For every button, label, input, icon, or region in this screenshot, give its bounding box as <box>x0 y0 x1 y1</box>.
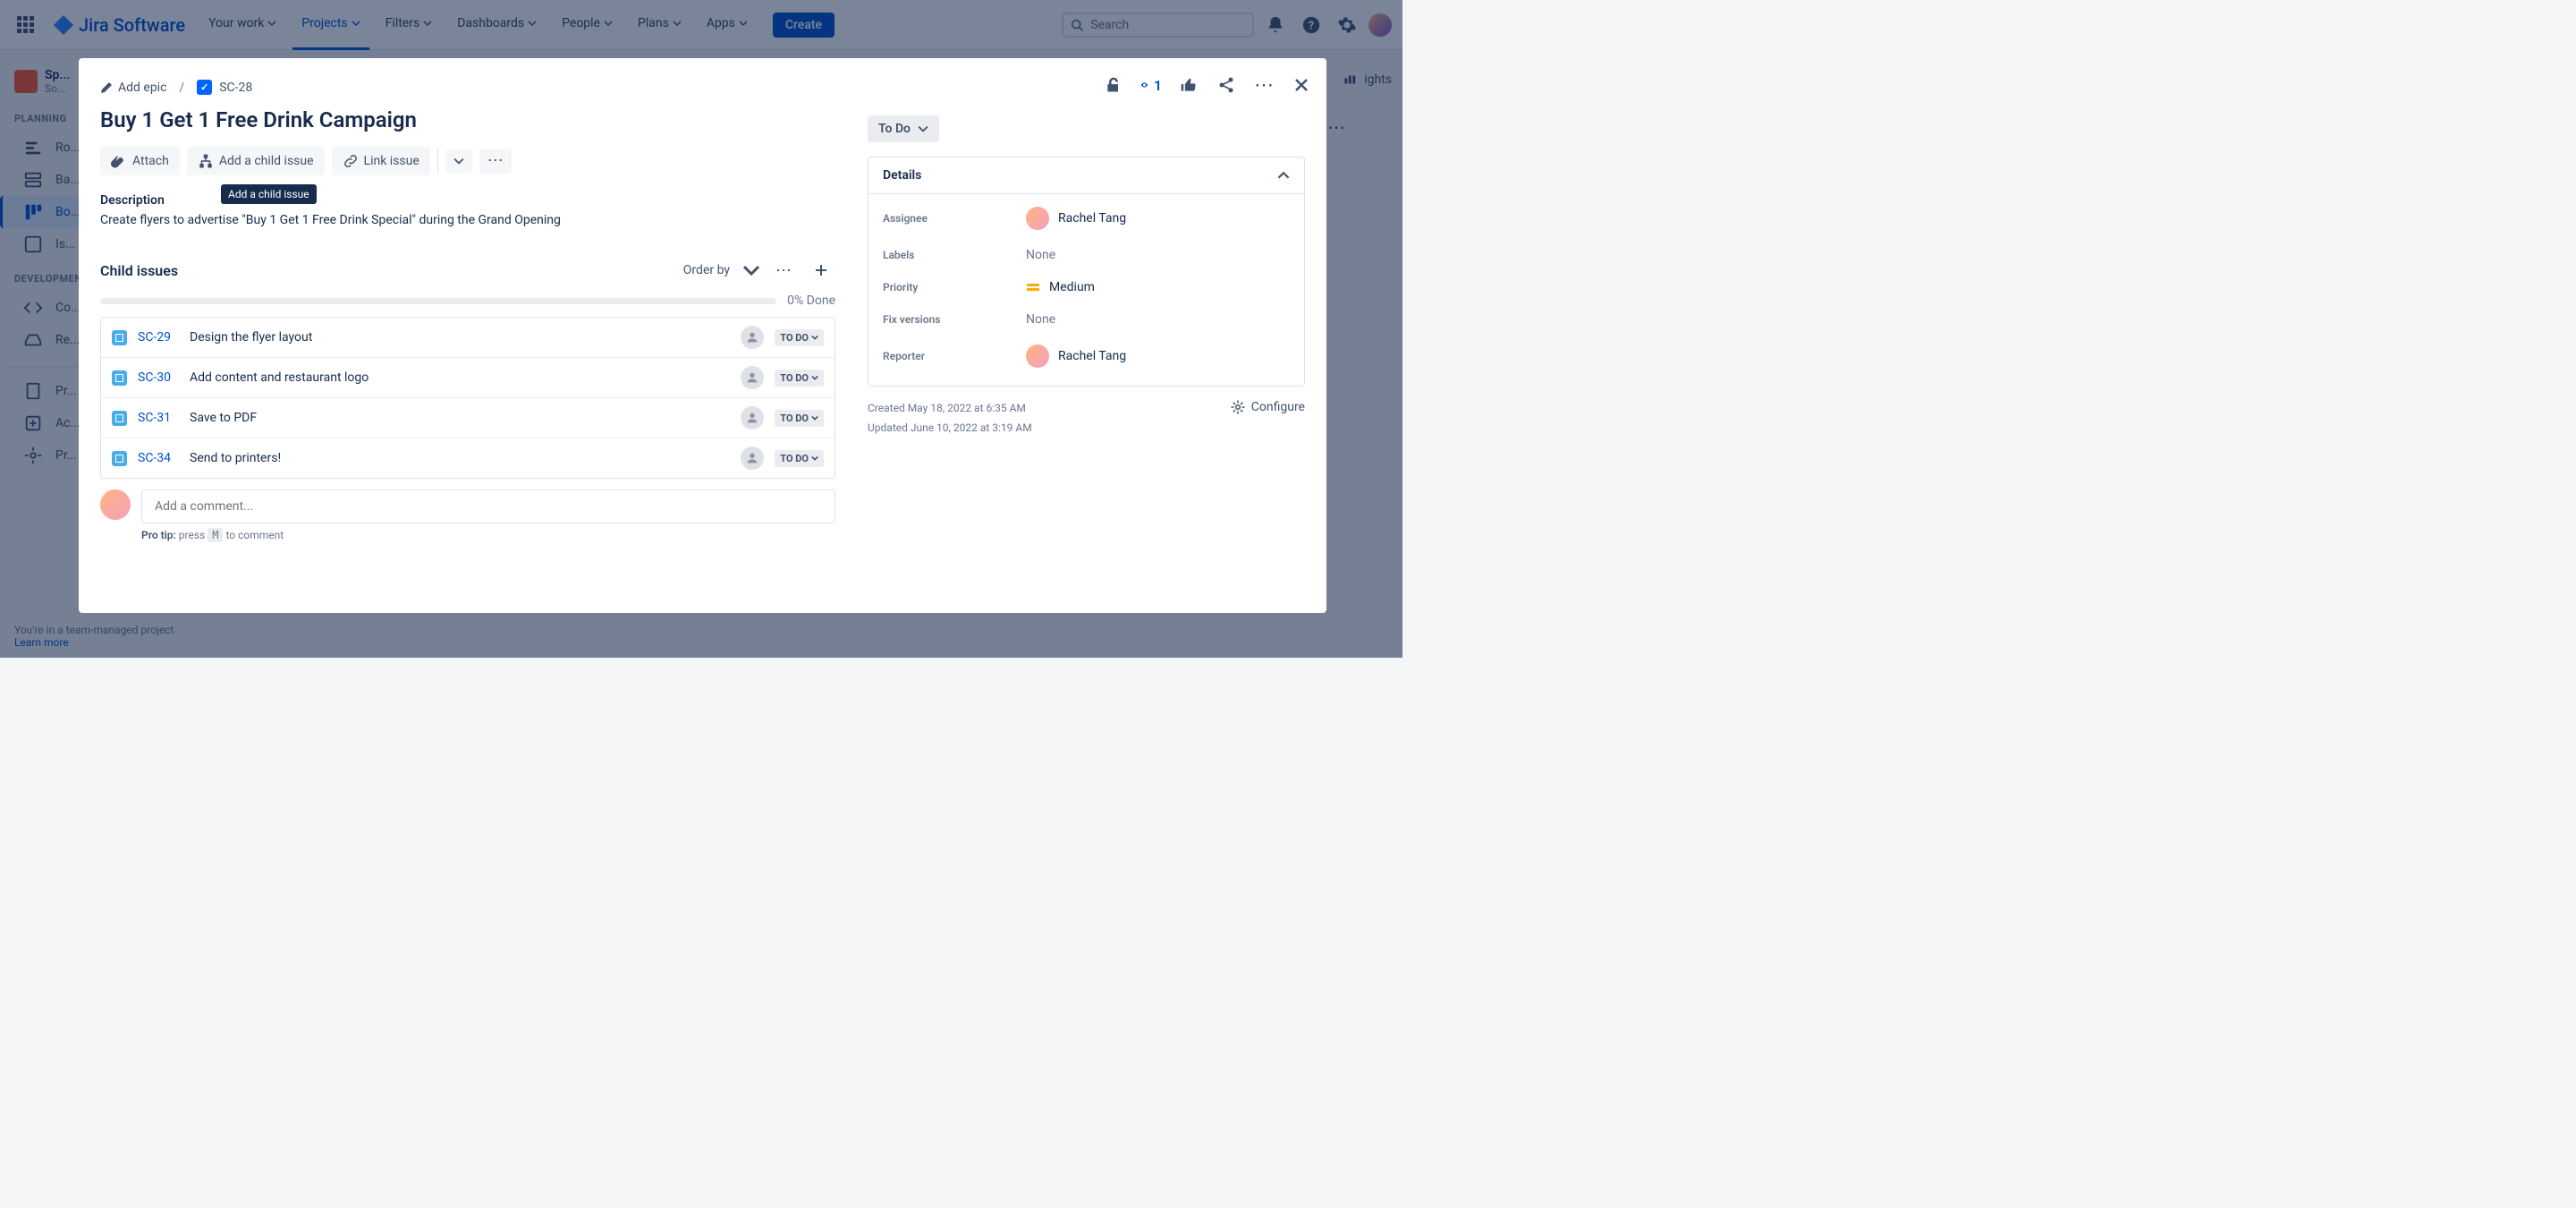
details-toggle[interactable]: Details <box>869 157 1304 194</box>
child-issues-list: SC-29 Design the flyer layout TO DO SC-3… <box>100 317 835 479</box>
comment-input[interactable] <box>141 489 835 523</box>
link-icon <box>343 153 359 169</box>
modal-more-button[interactable]: ⋯ <box>1253 74 1275 96</box>
chevron-up-icon <box>1277 169 1290 182</box>
subtask-type-icon <box>112 330 127 345</box>
child-assignee-button[interactable] <box>741 326 764 349</box>
subtask-type-icon <box>112 370 127 386</box>
child-status-dropdown[interactable]: TO DO <box>775 370 824 387</box>
priority-medium-icon <box>1026 280 1040 294</box>
pencil-icon <box>100 81 113 94</box>
child-status-dropdown[interactable]: TO DO <box>775 450 824 467</box>
child-issue-icon <box>198 153 214 169</box>
child-summary: Send to printers! <box>190 451 730 465</box>
progress-bar <box>100 298 776 304</box>
comment-avatar <box>100 489 131 520</box>
child-assignee-button[interactable] <box>741 406 764 430</box>
link-issue-button[interactable]: Link issue <box>332 147 430 175</box>
add-epic-button[interactable]: Add epic <box>100 81 166 95</box>
child-assignee-button[interactable] <box>741 366 764 389</box>
details-panel: Details Assignee Rachel Tang Labels None… <box>868 157 1305 387</box>
more-actions-button[interactable]: ⋯ <box>479 149 512 174</box>
child-assignee-button[interactable] <box>741 447 764 470</box>
child-key-link[interactable]: SC-34 <box>138 451 179 465</box>
lock-icon[interactable] <box>1103 74 1124 96</box>
assignee-field[interactable]: Assignee Rachel Tang <box>869 198 1304 239</box>
add-child-issue-button[interactable]: Add a child issue <box>187 147 325 175</box>
close-modal-button[interactable] <box>1291 74 1312 96</box>
link-dropdown-button[interactable] <box>445 149 472 173</box>
issue-key-text: SC-28 <box>219 81 252 95</box>
child-issue-row[interactable]: SC-29 Design the flyer layout TO DO <box>101 318 835 358</box>
issue-modal: Add epic / SC-28 Buy 1 Get 1 Free Drink … <box>79 58 1326 613</box>
assignee-avatar <box>1026 207 1049 230</box>
child-status-dropdown[interactable]: TO DO <box>775 329 824 346</box>
add-child-plus-button[interactable] <box>807 256 835 285</box>
fixversions-field[interactable]: Fix versions None <box>869 303 1304 336</box>
progress-text: 0% Done <box>787 293 835 308</box>
child-more-button[interactable]: ⋯ <box>769 256 798 285</box>
child-issues-heading: Child issues <box>100 262 674 279</box>
watch-button[interactable]: 1 <box>1140 74 1162 96</box>
subtask-type-icon <box>112 411 127 426</box>
reporter-field[interactable]: Reporter Rachel Tang <box>869 336 1304 377</box>
description-label: Description <box>100 193 835 208</box>
child-summary: Add content and restaurant logo <box>190 370 730 385</box>
child-key-link[interactable]: SC-29 <box>138 330 179 345</box>
child-status-dropdown[interactable]: TO DO <box>775 410 824 427</box>
labels-field[interactable]: Labels None <box>869 239 1304 271</box>
child-summary: Design the flyer layout <box>190 330 730 345</box>
configure-button[interactable]: Configure <box>1230 399 1305 415</box>
share-icon[interactable] <box>1216 74 1237 96</box>
pro-tip-text: Pro tip: press M to comment <box>141 529 835 541</box>
issue-key-link[interactable]: SC-28 <box>197 80 252 95</box>
subtask-type-icon <box>112 451 127 466</box>
child-issue-row[interactable]: SC-31 Save to PDF TO DO <box>101 398 835 438</box>
tooltip: Add a child issue <box>221 184 317 204</box>
description-text[interactable]: Create flyers to advertise "Buy 1 Get 1 … <box>100 213 835 227</box>
attachment-icon <box>111 153 127 169</box>
child-key-link[interactable]: SC-30 <box>138 370 179 385</box>
child-key-link[interactable]: SC-31 <box>138 411 179 425</box>
order-by-dropdown[interactable]: Order by <box>683 261 760 279</box>
priority-field[interactable]: Priority Medium <box>869 271 1304 303</box>
reporter-avatar <box>1026 345 1049 368</box>
child-summary: Save to PDF <box>190 411 730 425</box>
child-issue-row[interactable]: SC-34 Send to printers! TO DO <box>101 438 835 478</box>
vote-icon[interactable] <box>1178 74 1199 96</box>
add-epic-label: Add epic <box>118 81 166 95</box>
task-type-icon <box>197 80 212 95</box>
status-dropdown[interactable]: To Do <box>868 115 939 142</box>
child-issue-row[interactable]: SC-30 Add content and restaurant logo TO… <box>101 358 835 398</box>
breadcrumb-separator: / <box>179 81 184 95</box>
attach-button[interactable]: Attach <box>100 147 180 175</box>
issue-title[interactable]: Buy 1 Get 1 Free Drink Campaign <box>100 107 835 132</box>
gear-icon <box>1230 399 1246 415</box>
